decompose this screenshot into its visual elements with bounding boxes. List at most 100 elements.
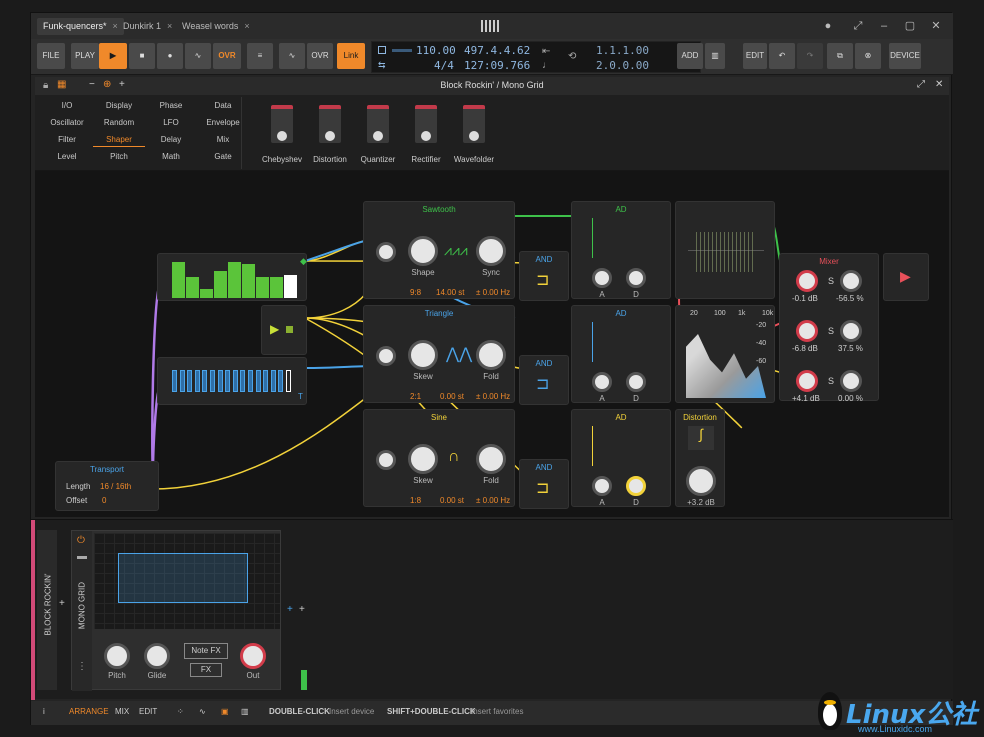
- gate-step[interactable]: [210, 370, 215, 392]
- metronome-icon[interactable]: ♩: [542, 60, 552, 71]
- tempo-value[interactable]: 110.00: [416, 44, 456, 57]
- close-icon[interactable]: ×: [244, 21, 249, 31]
- sync-knob[interactable]: [476, 236, 506, 266]
- semitone-value[interactable]: 14.00 st: [436, 288, 464, 297]
- launcher-icon[interactable]: ≡: [247, 43, 273, 69]
- semitone-value[interactable]: 0.00 st: [440, 392, 464, 401]
- category-pitch[interactable]: Pitch: [93, 152, 145, 161]
- gate-step[interactable]: [172, 370, 177, 392]
- step-sequencer[interactable]: ◆: [157, 253, 307, 301]
- gate-step[interactable]: [202, 370, 208, 392]
- category-oscillator[interactable]: Oscillator: [41, 118, 93, 127]
- hz-value[interactable]: ± 0.00 Hz: [476, 496, 510, 505]
- tab-funk-quencers[interactable]: Funk-quencers* ×: [37, 18, 124, 35]
- overdub-button[interactable]: OVR: [213, 43, 241, 69]
- semitone-value[interactable]: 0.00 st: [440, 496, 464, 505]
- step-bar[interactable]: [270, 277, 283, 298]
- output-knob[interactable]: [240, 643, 266, 669]
- category-random[interactable]: Random: [93, 118, 145, 127]
- and-gate[interactable]: AND ⊐: [519, 251, 569, 301]
- solo-button-2[interactable]: S: [828, 326, 834, 336]
- ratio-value[interactable]: 9:8: [410, 288, 421, 297]
- step-bar[interactable]: [284, 275, 297, 298]
- shuffle-icon[interactable]: ⇆: [378, 60, 386, 71]
- decay-knob[interactable]: [626, 372, 646, 392]
- gate-sequencer[interactable]: T: [157, 357, 307, 405]
- step-bar[interactable]: [172, 261, 185, 298]
- gate-step[interactable]: [248, 370, 253, 392]
- ad-envelope[interactable]: AD A D: [571, 305, 671, 403]
- edit-view-button[interactable]: EDIT: [139, 707, 157, 716]
- step-bar[interactable]: [242, 263, 255, 298]
- level-knob-1[interactable]: [796, 270, 818, 292]
- loop-icon[interactable]: ⟲: [568, 51, 576, 62]
- hz-value[interactable]: ± 0.00 Hz: [476, 392, 510, 401]
- skew-knob[interactable]: [408, 340, 438, 370]
- and-gate[interactable]: AND ⊐: [519, 459, 569, 509]
- keyboard-icon[interactable]: ▥: [705, 43, 725, 69]
- clock-trigger[interactable]: ▶: [261, 305, 307, 355]
- popout-icon[interactable]: ⤢: [917, 79, 925, 90]
- step-bar[interactable]: [186, 277, 199, 298]
- play-label-button[interactable]: PLAY: [71, 43, 99, 69]
- overdub-launcher-button[interactable]: OVR: [307, 43, 333, 69]
- sine-oscillator[interactable]: Sine Skew ∩ Fold 1:8 0.00 st ± 0.00 Hz: [363, 409, 515, 507]
- add-fx-icon[interactable]: +: [287, 604, 293, 615]
- gate-step[interactable]: [179, 370, 185, 392]
- sawtooth-oscillator[interactable]: Sawtooth Shape ⩘⩘⩘ Sync 9:8 14.00 st ± 0…: [363, 201, 515, 299]
- loop-start[interactable]: 1.1.1.00: [596, 44, 649, 57]
- position-beats[interactable]: 497.4.4.62: [464, 44, 530, 57]
- transport-module[interactable]: Transport Length 16 / 16th Offset 0: [55, 461, 159, 511]
- hz-value[interactable]: ± 0.00 Hz: [476, 288, 510, 297]
- category-delay[interactable]: Delay: [145, 135, 197, 144]
- category-lfo[interactable]: LFO: [145, 118, 197, 127]
- spectrum-analyzer[interactable]: 20 100 1k 10k -20 -40 -60: [675, 305, 775, 403]
- panel-close-icon[interactable]: ✕: [935, 79, 943, 90]
- play-button[interactable]: ▶: [99, 43, 127, 69]
- minimize-icon[interactable]: –: [877, 19, 891, 33]
- delete-icon[interactable]: ⊗: [855, 43, 881, 69]
- info-icon[interactable]: i: [43, 707, 45, 716]
- note-fx-button[interactable]: Note FX: [184, 643, 228, 659]
- pan-knob-1[interactable]: [840, 270, 862, 292]
- record-dot-icon[interactable]: ●: [821, 19, 835, 33]
- pitch-knob[interactable]: [376, 346, 396, 366]
- category-filter[interactable]: Filter: [41, 135, 93, 144]
- stop-trigger-icon[interactable]: [286, 326, 293, 333]
- category-io[interactable]: I/O: [41, 101, 93, 110]
- modulators-icon[interactable]: ⋮: [77, 661, 87, 672]
- pan-knob-3[interactable]: [840, 370, 862, 392]
- stop-button[interactable]: ■: [129, 43, 155, 69]
- gate-step[interactable]: [286, 370, 291, 392]
- undo-icon[interactable]: ↶: [769, 43, 795, 69]
- close-icon[interactable]: ×: [167, 21, 172, 31]
- automation-write-icon[interactable]: ∿: [185, 43, 211, 69]
- pre-roll-icon[interactable]: ⇤: [542, 46, 550, 57]
- grid-preview[interactable]: [94, 533, 280, 629]
- gate-step[interactable]: [270, 370, 276, 392]
- decay-knob[interactable]: [626, 476, 646, 496]
- pitch-knob[interactable]: [104, 643, 130, 669]
- copy-icon[interactable]: ⧉: [827, 43, 853, 69]
- skew-knob[interactable]: [408, 444, 438, 474]
- mono-grid-device[interactable]: ⏻ ▬ MONO GRID ⋮ Pitch Glide Note FX FX O…: [71, 530, 281, 691]
- step-bars[interactable]: [172, 258, 300, 298]
- category-math[interactable]: Math: [145, 152, 197, 161]
- quantizer-module-icon[interactable]: [367, 105, 389, 143]
- folder-icon[interactable]: ▬: [77, 551, 87, 562]
- and-gate[interactable]: AND ⊐: [519, 355, 569, 405]
- position-time[interactable]: 127:09.766: [464, 59, 530, 72]
- grid-canvas[interactable]: ◆ ▶ T Transport Length 16 / 16th Offset …: [35, 171, 949, 517]
- tab-dunkirk[interactable]: Dunkirk 1 ×: [117, 18, 178, 35]
- triangle-oscillator[interactable]: Triangle Skew ⋀⋀ Fold 2:1 0.00 st ± 0.00…: [363, 305, 515, 403]
- device-button[interactable]: DEVICE: [889, 43, 921, 69]
- tab-weasel-words[interactable]: Weasel words ×: [176, 18, 256, 35]
- category-display[interactable]: Display: [93, 101, 145, 110]
- ad-envelope[interactable]: AD A D: [571, 201, 671, 299]
- level-knob-3[interactable]: [796, 370, 818, 392]
- pitch-knob[interactable]: [376, 242, 396, 262]
- add-button[interactable]: ADD: [677, 43, 703, 69]
- shape-knob[interactable]: [408, 236, 438, 266]
- ad-envelope[interactable]: AD A D: [571, 409, 671, 507]
- category-level[interactable]: Level: [41, 152, 93, 161]
